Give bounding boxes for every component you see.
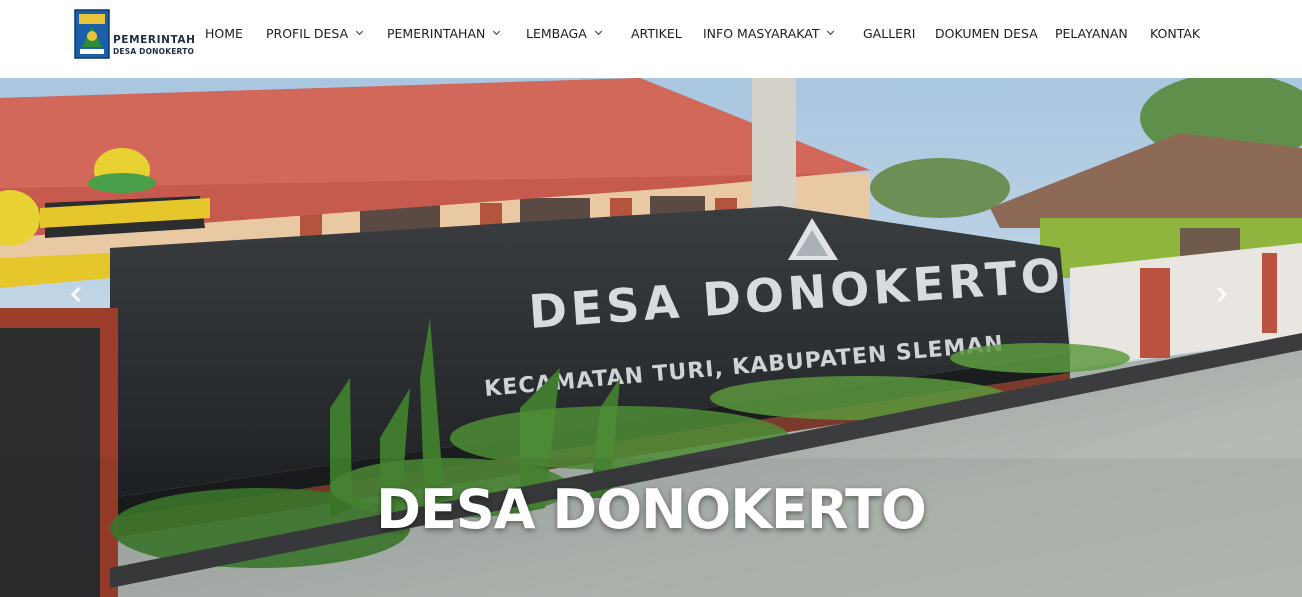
nav-lembaga-label: LEMBAGA xyxy=(526,25,587,41)
logo-line-2: DESA DONOKERTO xyxy=(113,46,195,56)
nav-profil-desa-label: PROFIL DESA xyxy=(266,25,349,41)
logo-text: PEMERINTAH DESA DONOKERTO xyxy=(113,35,196,59)
chevron-down-icon xyxy=(827,27,835,36)
carousel-next-button[interactable] xyxy=(1211,284,1234,306)
nav-kontak-label: KONTAK xyxy=(1150,25,1201,41)
nav-galleri[interactable]: GALLERI xyxy=(863,24,915,42)
chevron-left-icon xyxy=(70,286,87,303)
chevron-down-icon xyxy=(594,27,602,36)
nav-profil-desa[interactable]: PROFIL DESA xyxy=(266,24,364,42)
chevron-right-icon xyxy=(1211,286,1228,303)
nav-home-label: HOME xyxy=(205,25,243,41)
nav-pemerintahan[interactable]: PEMERINTAHAN xyxy=(387,24,501,42)
hero-caption: DESA DONOKERTO xyxy=(376,478,927,541)
nav-pemerintahan-label: PEMERINTAHAN xyxy=(387,25,486,41)
nav-pelayanan-label: PELAYANAN xyxy=(1055,25,1128,41)
site-header: PEMERINTAH DESA DONOKERTO HOME PROFIL DE… xyxy=(0,0,1302,78)
nav-artikel-label: ARTIKEL xyxy=(631,25,682,41)
carousel-prev-button[interactable] xyxy=(65,284,87,306)
nav-home[interactable]: HOME xyxy=(205,24,243,42)
nav-kontak[interactable]: KONTAK xyxy=(1150,24,1200,42)
chevron-down-icon xyxy=(356,27,364,36)
nav-galleri-label: GALLERI xyxy=(863,25,916,41)
nav-artikel[interactable]: ARTIKEL xyxy=(631,24,682,42)
hero-slider: DESA DONOKERTO KECAMATAN TURI, KABUPATEN… xyxy=(0,78,1302,597)
chevron-down-icon xyxy=(493,27,501,36)
site-logo[interactable]: PEMERINTAH DESA DONOKERTO xyxy=(74,7,195,59)
logo-line-1: PEMERINTAH xyxy=(113,34,196,46)
nav-lembaga[interactable]: LEMBAGA xyxy=(526,24,602,42)
nav-dokumen-desa[interactable]: DOKUMEN DESA xyxy=(935,24,1038,42)
nav-pelayanan[interactable]: PELAYANAN xyxy=(1055,24,1128,42)
nav-dokumen-desa-label: DOKUMEN DESA xyxy=(935,25,1038,41)
nav-info-masyarakat-label: INFO MASYARAKAT xyxy=(703,25,820,41)
nav-info-masyarakat[interactable]: INFO MASYARAKAT xyxy=(703,24,835,42)
village-emblem-icon xyxy=(74,9,110,59)
